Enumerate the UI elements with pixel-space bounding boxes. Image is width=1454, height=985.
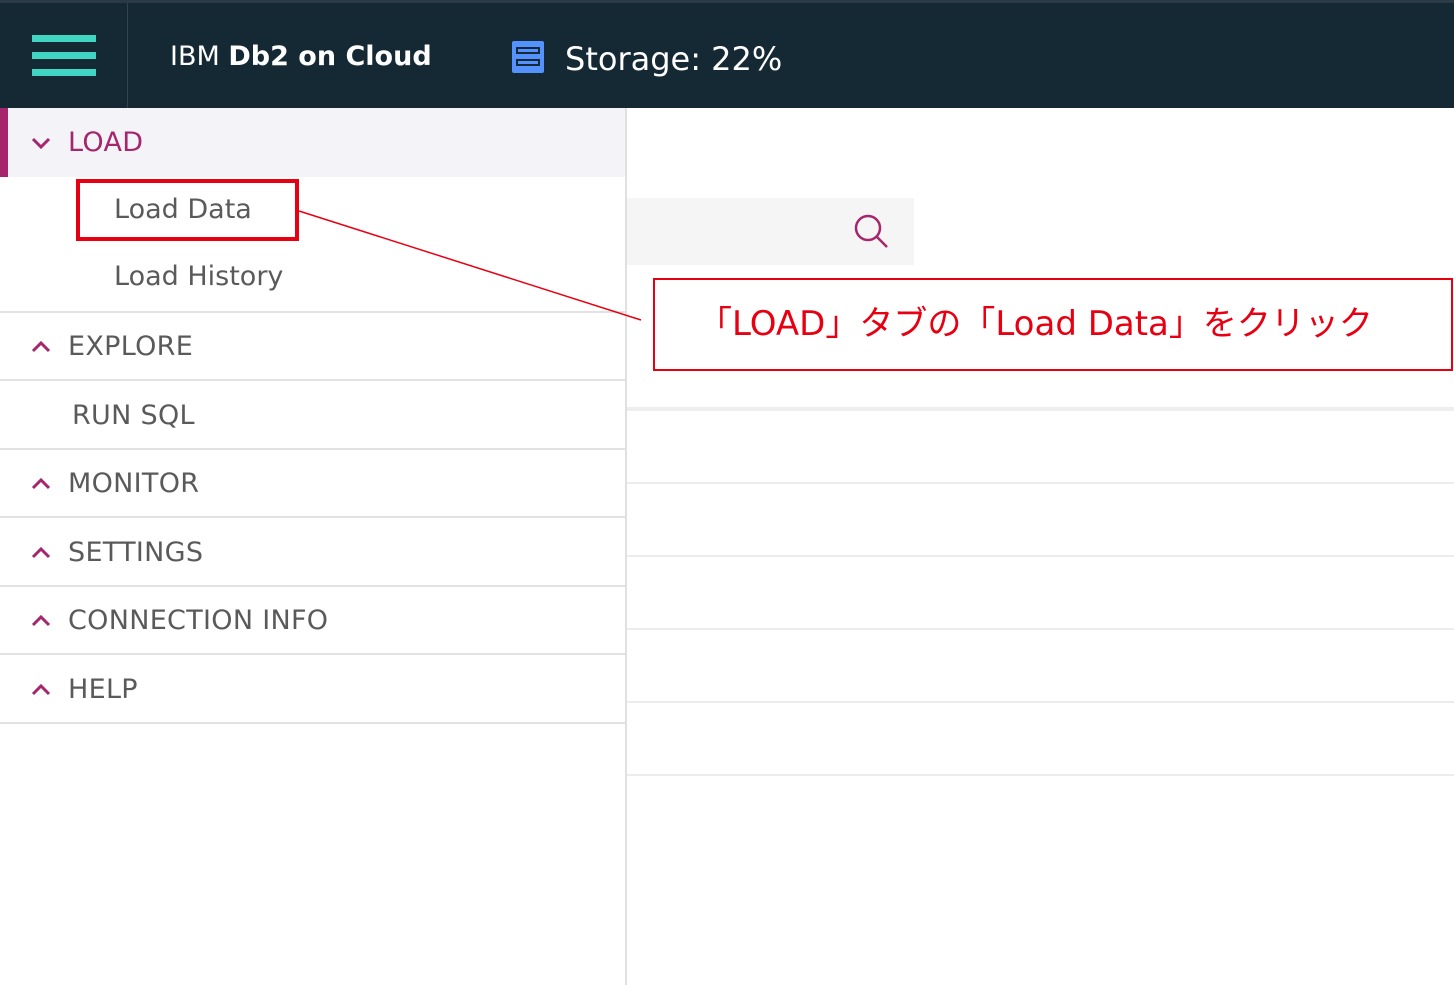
nav-section-help[interactable]: HELP (0, 655, 625, 724)
search-icon[interactable] (852, 212, 890, 250)
nav-section-monitor[interactable]: MONITOR (0, 449, 625, 518)
table-row (627, 482, 1454, 484)
nav-label: LOAD (68, 127, 144, 158)
nav-label: EXPLORE (68, 331, 194, 362)
chevron-up-icon (31, 683, 51, 696)
chevron-up-icon (31, 614, 51, 627)
divider (0, 242, 625, 313)
table-row (627, 555, 1454, 557)
nav-section-settings[interactable]: SETTINGS (0, 518, 625, 587)
chevron-down-icon (31, 137, 51, 150)
chevron-up-icon (31, 546, 51, 559)
chevron-up-icon (31, 477, 51, 490)
brand-prefix: IBM (170, 41, 220, 72)
storage-icon (512, 41, 544, 73)
nav-section-run-sql[interactable]: RUN SQL (0, 381, 625, 450)
storage-usage: Storage: 22% (565, 40, 783, 78)
annotation-text: 「LOAD」タブの「Load Data」をクリック (698, 304, 1373, 344)
nav-item-load-history[interactable]: Load History (114, 244, 283, 310)
nav-section-load[interactable]: LOAD (0, 108, 625, 177)
top-bar: IBM Db2 on Cloud Storage: 22% (0, 0, 1454, 108)
table-row (627, 774, 1454, 776)
table-divider (627, 407, 1454, 411)
nav-label: RUN SQL (72, 400, 195, 431)
hamburger-menu-icon[interactable] (0, 3, 128, 108)
nav-section-explore[interactable]: EXPLORE (0, 312, 625, 381)
nav-label: SETTINGS (68, 537, 204, 568)
brand-name: Db2 on Cloud (228, 41, 432, 72)
table-row (627, 701, 1454, 703)
annotation-callout: 「LOAD」タブの「Load Data」をクリック (653, 278, 1453, 371)
nav-item-load-data[interactable]: Load Data (114, 177, 252, 243)
nav-label: CONNECTION INFO (68, 605, 329, 636)
chevron-up-icon (31, 340, 51, 353)
app-title: IBM Db2 on Cloud (170, 37, 432, 77)
nav-label: MONITOR (68, 468, 200, 499)
nav-section-connection-info[interactable]: CONNECTION INFO (0, 586, 625, 655)
nav-label: HELP (68, 674, 138, 705)
table-row (627, 628, 1454, 630)
sidebar-nav: LOAD Load Data Load History EXPLORE RUN … (0, 108, 627, 985)
